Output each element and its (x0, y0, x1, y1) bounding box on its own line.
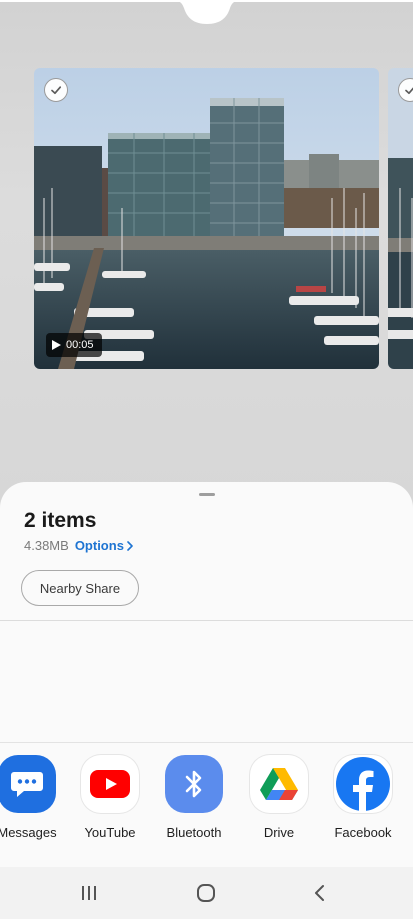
recents-button[interactable] (80, 883, 98, 908)
divider (0, 620, 413, 621)
items-count-title: 2 items (24, 509, 97, 532)
harbor-image (34, 68, 379, 369)
back-button[interactable] (312, 883, 328, 908)
options-label: Options (74, 538, 124, 553)
share-apps-row: Messages YouTube Bluetooth Drive Faceboo… (0, 755, 413, 845)
check-icon (51, 86, 62, 95)
share-app-youtube[interactable]: YouTube (70, 755, 150, 840)
video-thumbnail[interactable]: 00:05 (34, 68, 379, 369)
check-icon (405, 87, 413, 95)
options-link[interactable]: Options (75, 538, 134, 553)
share-sheet: 2 items 4.38MB Options Nearby Share Mess… (0, 482, 413, 919)
share-app-messages[interactable]: Messages (0, 755, 67, 840)
screen-edge (0, 0, 413, 2)
divider (0, 742, 413, 743)
share-app-bluetooth[interactable]: Bluetooth (154, 755, 234, 840)
youtube-icon (81, 755, 139, 813)
home-button[interactable] (196, 883, 216, 908)
messages-icon (0, 755, 56, 813)
video-duration: 00:05 (66, 339, 94, 351)
home-icon (197, 884, 215, 902)
drive-icon (250, 755, 308, 813)
camera-notch (170, 0, 244, 24)
total-size: 4.38MB (24, 538, 69, 553)
back-icon (315, 885, 324, 901)
nearby-share-button[interactable]: Nearby Share (21, 570, 139, 606)
facebook-icon (334, 755, 392, 813)
video-thumbnail-next[interactable] (388, 68, 413, 369)
size-line: 4.38MB Options (24, 538, 134, 553)
harbor-image-next (388, 68, 413, 369)
app-label: YouTube (84, 825, 136, 840)
video-duration-badge: 00:05 (46, 333, 102, 357)
share-app-drive[interactable]: Drive (239, 755, 319, 840)
chevron-right-icon (127, 540, 133, 551)
app-label: Bluetooth (166, 825, 222, 840)
recents-icon (82, 886, 96, 900)
system-nav-bar (0, 867, 413, 919)
play-icon (52, 340, 61, 350)
select-checkbox[interactable] (44, 78, 68, 102)
app-label: Drive (263, 825, 295, 840)
bluetooth-icon (165, 755, 223, 813)
app-label: Facebook (334, 825, 392, 840)
app-label: Messages (0, 825, 57, 840)
share-app-facebook[interactable]: Facebook (323, 755, 403, 840)
sheet-drag-handle[interactable] (199, 493, 215, 496)
